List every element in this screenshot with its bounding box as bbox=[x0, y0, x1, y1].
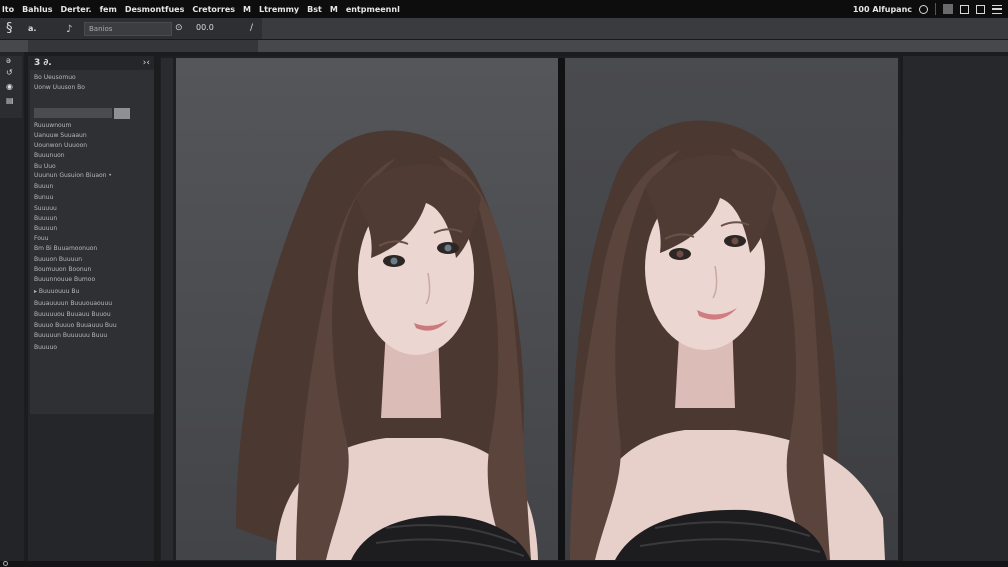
circle-icon[interactable] bbox=[919, 4, 928, 14]
menu-icon[interactable] bbox=[992, 4, 1002, 14]
options-label: a. bbox=[28, 24, 37, 33]
vertical-scrollbar[interactable] bbox=[161, 58, 173, 560]
target-icon[interactable]: ⊙ bbox=[175, 23, 183, 33]
divider-icon bbox=[935, 3, 936, 15]
panel-row[interactable]: Buuuon Buuuun bbox=[34, 256, 82, 263]
panel-row[interactable]: Fouu bbox=[34, 235, 49, 242]
menu-item-7[interactable]: M bbox=[243, 5, 251, 14]
properties-panel: 3 ∂. ›‹ Bo Ueusomuo Uonw Uuuson Bo Ruuuw… bbox=[28, 56, 154, 561]
panel-title: 3 ∂. bbox=[34, 58, 52, 68]
panel-row[interactable]: Buuuuuou Buuauu Buuou bbox=[34, 311, 111, 318]
option-value[interactable]: 00.0 bbox=[196, 23, 214, 32]
menu-item-10[interactable]: M bbox=[330, 5, 338, 14]
panel-body: Bo Ueusomuo Uonw Uuuson Bo Ruuuwnoum Uan… bbox=[30, 70, 154, 414]
target-tool-icon[interactable]: ◉ bbox=[6, 82, 13, 91]
panel-menu-icon[interactable]: ›‹ bbox=[143, 58, 150, 68]
option-field[interactable]: Banios bbox=[84, 22, 172, 36]
panel-row[interactable]: Buuuun bbox=[34, 225, 57, 232]
tool-1-icon[interactable]: ə bbox=[6, 56, 11, 65]
panel-row[interactable]: Buuuo Buuuo Buuauuu Buu bbox=[34, 322, 117, 329]
menu-item-6[interactable]: Cretorres bbox=[192, 5, 235, 14]
tool-preset-icon[interactable]: § bbox=[6, 21, 13, 36]
right-dock-panel bbox=[903, 56, 1008, 561]
zoom-label: 100 Alfupanc bbox=[852, 4, 912, 14]
portrait-image-right bbox=[570, 120, 885, 560]
panel-row[interactable]: Uuunun Gusuion Biuaon • bbox=[34, 172, 112, 179]
box-icon[interactable] bbox=[960, 4, 969, 14]
canvas-view-right[interactable] bbox=[565, 58, 898, 560]
panel-row[interactable]: Bu Uuo bbox=[34, 163, 56, 170]
canvas-view-left[interactable] bbox=[176, 58, 558, 560]
panel-slider[interactable] bbox=[34, 108, 112, 118]
panel-row[interactable]: Boumuuon Boonun bbox=[34, 266, 91, 273]
view-divider[interactable] bbox=[558, 58, 565, 560]
menu-item-11[interactable]: entpmeennl bbox=[346, 5, 400, 14]
panel-row[interactable]: Bm Bi Buuamoonuon bbox=[34, 245, 97, 252]
panel-row[interactable]: Buuuun bbox=[34, 215, 57, 222]
panel-row[interactable]: Uonw Uuuson Bo bbox=[34, 84, 85, 91]
menubar-right-group: 100 Alfupanc bbox=[853, 0, 1002, 18]
menu-item-8[interactable]: Ltremmy bbox=[259, 5, 299, 14]
options-bar: § a. ♪ Banios ⊙ 00.0 ∕ bbox=[0, 18, 1008, 40]
panel-row[interactable]: Buuuuun Buuuuuu Buuu bbox=[34, 332, 107, 339]
menu-item-4[interactable]: fem bbox=[100, 5, 117, 14]
rotate-tool-icon[interactable]: ↺ bbox=[6, 68, 13, 77]
document-tab[interactable] bbox=[28, 40, 258, 52]
panel-row[interactable]: Uanuuw Suuaaun bbox=[34, 132, 87, 139]
panel-row[interactable]: Suuuuu bbox=[34, 205, 57, 212]
menu-bar: lto Bahlus Derter. fem Desmontfues Creto… bbox=[0, 0, 1008, 18]
options-bar-extension bbox=[262, 18, 1008, 39]
panel-row[interactable]: Buuauuuun Buuuouaouuu bbox=[34, 300, 112, 307]
status-bar bbox=[0, 561, 1008, 567]
portrait-image-left bbox=[236, 130, 538, 560]
color-swatch[interactable] bbox=[114, 108, 130, 119]
menu-item-9[interactable]: Bst bbox=[307, 5, 322, 14]
panel-row[interactable]: Bunuu bbox=[34, 194, 53, 201]
tool-strip: ə ↺ ◉ ▤ bbox=[0, 52, 24, 561]
panel-row[interactable]: Uounwon Uuuoon bbox=[34, 142, 87, 149]
menu-item-3[interactable]: Derter. bbox=[60, 5, 91, 14]
panel-row[interactable]: Buuuuo bbox=[34, 344, 57, 351]
panel-icon[interactable] bbox=[976, 4, 985, 14]
menu-item-1[interactable]: lto bbox=[2, 5, 14, 14]
menu-item-2[interactable]: Bahlus bbox=[22, 5, 52, 14]
panel-row[interactable]: Buuunuon bbox=[34, 152, 65, 159]
document-tab-bar bbox=[0, 40, 1008, 52]
panel-row[interactable]: Ruuuwnoum bbox=[34, 122, 71, 129]
brush-icon[interactable]: ♪ bbox=[66, 24, 72, 35]
grid-tool-icon[interactable]: ▤ bbox=[6, 96, 14, 105]
panel-row[interactable]: Buuun bbox=[34, 183, 53, 190]
menu-item-5[interactable]: Desmontfues bbox=[125, 5, 185, 14]
panel-row[interactable]: Bo Ueusomuo bbox=[34, 74, 76, 81]
panel-row[interactable]: ▸ Buuuouuu Bu bbox=[34, 288, 79, 295]
status-icon[interactable] bbox=[3, 561, 8, 566]
pen-icon[interactable]: ∕ bbox=[250, 23, 253, 33]
panel-row[interactable]: Buuunnouue Bumoo bbox=[34, 276, 95, 283]
square-icon[interactable] bbox=[943, 4, 953, 14]
